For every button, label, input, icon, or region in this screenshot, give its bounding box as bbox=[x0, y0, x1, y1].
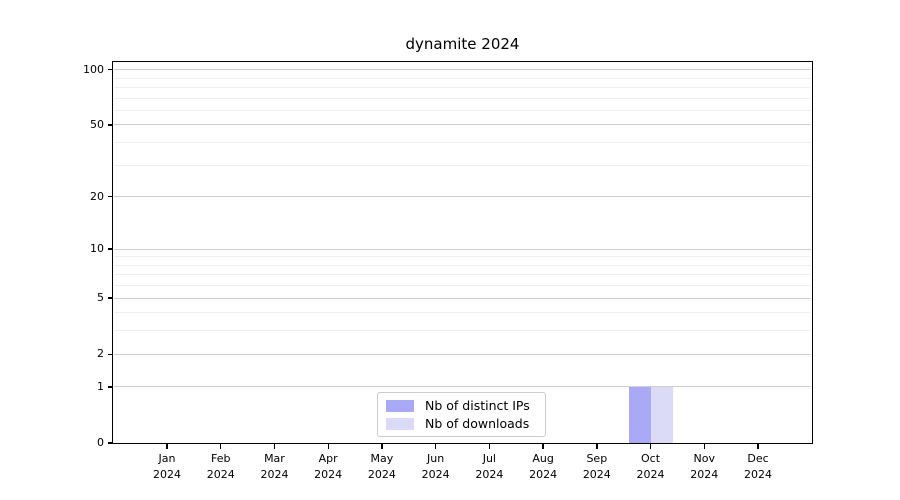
y-axis-tick bbox=[108, 297, 113, 298]
y-axis-tick-label: 1 bbox=[40, 380, 104, 394]
gridline-minor bbox=[114, 110, 811, 111]
gridline-minor bbox=[114, 142, 811, 143]
y-axis-tick-label: 10 bbox=[40, 242, 104, 256]
legend: Nb of distinct IPs Nb of downloads bbox=[377, 392, 546, 437]
y-axis-tick bbox=[108, 196, 113, 197]
y-axis-tick-label: 50 bbox=[40, 118, 104, 132]
gridline-minor bbox=[114, 98, 811, 99]
gridline-major bbox=[114, 386, 811, 387]
legend-item-downloads: Nb of downloads bbox=[386, 416, 537, 431]
downloads-swatch-icon bbox=[386, 418, 414, 430]
gridline-minor bbox=[114, 265, 811, 266]
gridline-minor bbox=[114, 330, 811, 331]
y-axis-tick bbox=[108, 248, 113, 249]
gridline-minor bbox=[114, 165, 811, 166]
gridline-minor bbox=[114, 274, 811, 275]
gridline-minor bbox=[114, 256, 811, 257]
gridline-minor bbox=[114, 87, 811, 88]
x-axis-tick bbox=[274, 444, 275, 449]
gridline-minor bbox=[114, 78, 811, 79]
gridline-major bbox=[114, 196, 811, 197]
y-axis-tick-label: 0 bbox=[40, 436, 104, 450]
chart-figure: dynamite 2024 0125102050100Jan2024Feb202… bbox=[0, 0, 900, 500]
legend-label-distinct-ips: Nb of distinct IPs bbox=[425, 398, 530, 413]
gridline-major bbox=[114, 354, 811, 355]
gridline-major bbox=[114, 298, 811, 299]
x-axis-tick bbox=[757, 444, 758, 449]
y-axis-tick bbox=[108, 354, 113, 355]
x-axis-tick bbox=[704, 444, 705, 449]
x-axis-tick-label: Dec2024 bbox=[726, 451, 790, 483]
y-axis-tick-label: 5 bbox=[40, 291, 104, 305]
x-axis-tick bbox=[328, 444, 329, 449]
legend-label-downloads: Nb of downloads bbox=[425, 416, 529, 431]
x-axis-tick bbox=[542, 444, 543, 449]
y-axis-tick bbox=[108, 386, 113, 387]
distinct-ips-swatch-icon bbox=[386, 400, 414, 412]
x-axis-tick bbox=[220, 444, 221, 449]
x-axis-tick bbox=[166, 444, 167, 449]
legend-item-distinct-ips: Nb of distinct IPs bbox=[386, 398, 537, 413]
gridline-minor bbox=[114, 285, 811, 286]
bar-nb-of-distinct-ips bbox=[629, 387, 651, 443]
gridline-minor bbox=[114, 312, 811, 313]
y-axis-tick bbox=[108, 124, 113, 125]
y-axis-tick-label: 20 bbox=[40, 190, 104, 204]
gridline-major bbox=[114, 249, 811, 250]
x-axis-tick bbox=[435, 444, 436, 449]
x-axis-tick bbox=[650, 444, 651, 449]
bar-nb-of-downloads bbox=[651, 387, 673, 443]
x-axis-tick bbox=[381, 444, 382, 449]
y-axis-tick-label: 2 bbox=[40, 347, 104, 361]
x-axis-tick bbox=[489, 444, 490, 449]
x-axis-tick bbox=[596, 444, 597, 449]
y-axis-tick bbox=[108, 69, 113, 70]
gridline-major bbox=[114, 124, 811, 125]
y-axis-tick bbox=[108, 442, 113, 443]
y-axis-tick-label: 100 bbox=[40, 63, 104, 77]
chart-title: dynamite 2024 bbox=[113, 35, 812, 53]
gridline-major bbox=[114, 69, 811, 70]
